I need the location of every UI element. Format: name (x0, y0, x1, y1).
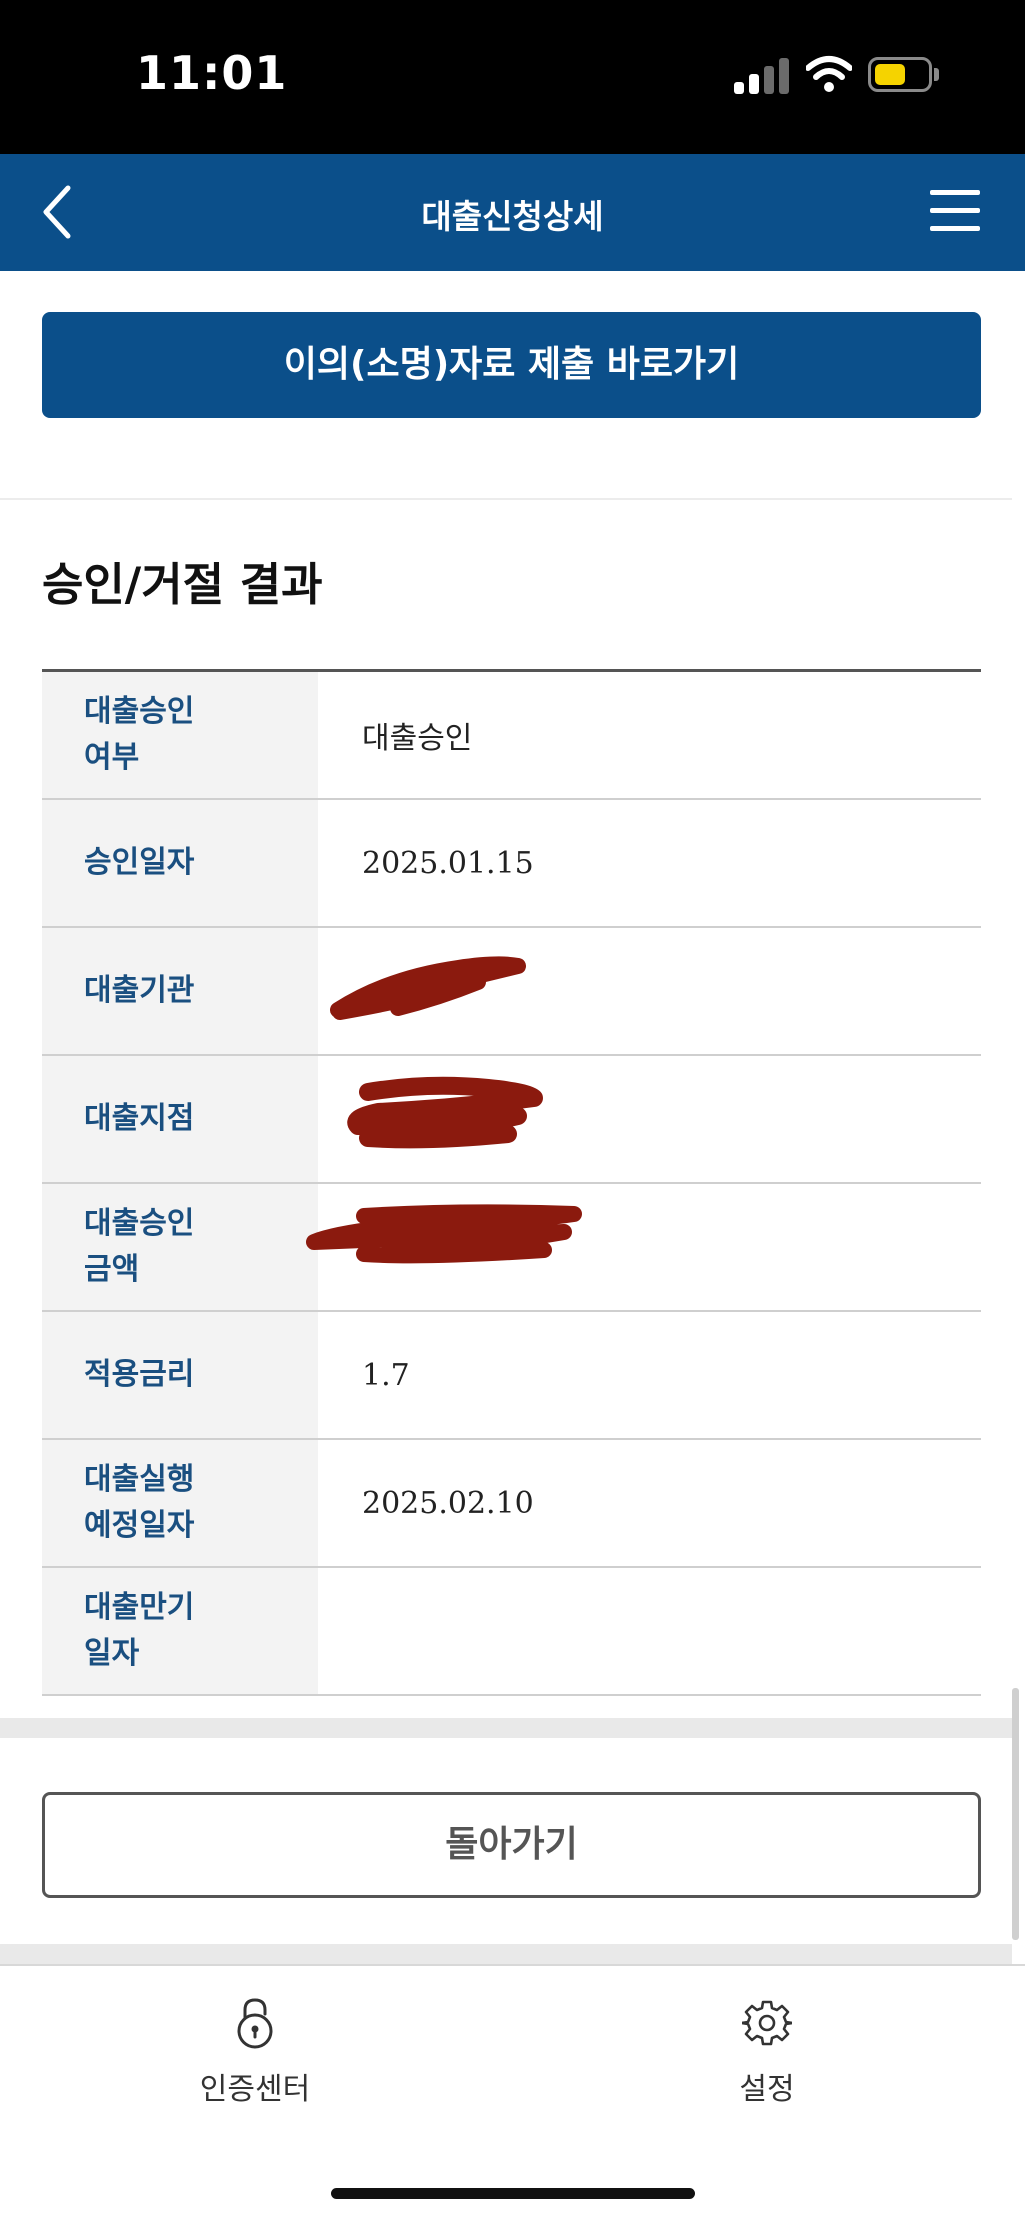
back-button[interactable]: 돌아가기 (42, 1792, 981, 1898)
row-label: 대출만기 일자 (42, 1568, 318, 1694)
tab-settings[interactable]: 설정 (667, 1996, 867, 2108)
tab-label: 설정 (739, 2072, 795, 2107)
row-value: 2025.02.10 (362, 1485, 534, 1521)
battery-icon (868, 57, 932, 92)
row-value: 대출승인 (362, 721, 473, 756)
row-label-text: 대출승인 금액 (84, 1206, 195, 1287)
row-label: 대출지점 (42, 1056, 318, 1182)
hamburger-menu-icon[interactable] (930, 188, 980, 234)
lock-icon (237, 1998, 273, 2049)
redaction-scribble (347, 1076, 543, 1149)
app-header: 대출신청상세 (0, 154, 1025, 271)
gear-icon (742, 2000, 792, 2046)
row-value (318, 1568, 981, 1694)
row-label-text: 대출만기 일자 (84, 1590, 195, 1671)
row-label: 적용금리 (42, 1312, 318, 1438)
row-label-text: 적용금리 (84, 1357, 195, 1392)
redaction-scribble (330, 956, 526, 1020)
table-row: 대출지점 (42, 1056, 981, 1184)
table-row: 대출실행 예정일자 2025.02.10 (42, 1440, 981, 1568)
row-label-text: 대출지점 (84, 1101, 195, 1136)
battery-tip (934, 68, 939, 81)
section-title: 승인/거절 결과 (42, 558, 323, 611)
row-value: 2025.01.15 (362, 845, 534, 881)
tab-auth-center[interactable]: 인증센터 (155, 1996, 355, 2108)
section-separator (0, 1944, 1012, 1964)
row-label-text: 대출실행 예정일자 (84, 1462, 195, 1543)
redaction-scribble (306, 1204, 582, 1264)
section-divider (0, 498, 1012, 500)
table-row: 적용금리 1.7 (42, 1312, 981, 1440)
row-label: 대출승인 여부 (42, 672, 318, 798)
row-label-text: 대출승인 여부 (84, 694, 195, 775)
cellular-signal-icon (734, 58, 790, 94)
result-table: 대출승인 여부 대출승인 승인일자 2025.01.15 대출기관 대출지점 대… (42, 669, 981, 1696)
status-bar: 11:01 (0, 0, 1025, 154)
page-title: 대출신청상세 (421, 197, 604, 236)
status-time: 11:01 (136, 46, 288, 100)
row-label: 승인일자 (42, 800, 318, 926)
table-row: 대출만기 일자 (42, 1568, 981, 1696)
objection-submit-button[interactable]: 이의(소명)자료 제출 바로가기 (42, 312, 981, 418)
row-label: 대출실행 예정일자 (42, 1440, 318, 1566)
table-row: 대출기관 (42, 928, 981, 1056)
row-label: 대출승인 금액 (42, 1184, 318, 1310)
row-label: 대출기관 (42, 928, 318, 1054)
row-label-text: 승인일자 (84, 845, 195, 880)
table-row: 승인일자 2025.01.15 (42, 800, 981, 928)
home-indicator[interactable] (331, 2188, 695, 2199)
row-value: 1.7 (362, 1357, 410, 1393)
scrollbar[interactable] (1012, 1688, 1019, 1940)
row-label-text: 대출기관 (84, 973, 195, 1008)
table-row: 대출승인 금액 (42, 1184, 981, 1312)
table-row: 대출승인 여부 대출승인 (42, 672, 981, 800)
tab-label: 인증센터 (199, 2072, 311, 2107)
bottom-tab-bar: 인증센터 설정 (0, 1964, 1025, 2222)
section-separator (0, 1718, 1012, 1738)
wifi-icon (806, 56, 852, 92)
